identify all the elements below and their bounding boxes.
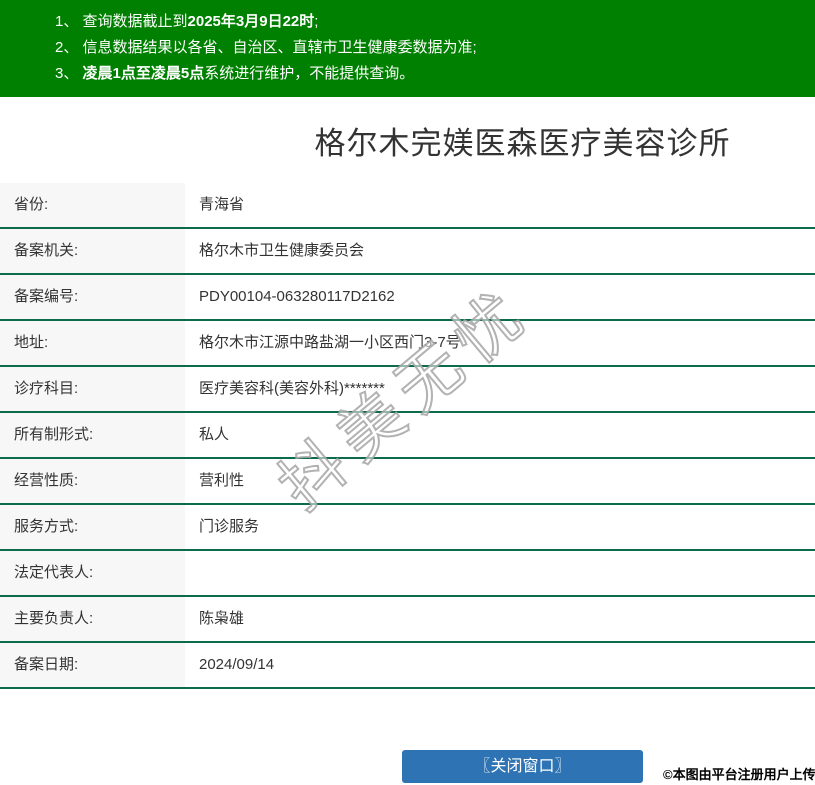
- table-row: 地址: 格尔木市江源中路盐湖一小区西门3-7号: [0, 321, 815, 367]
- table-row: 主要负责人: 陈枭雄: [0, 597, 815, 643]
- uploader-note: ©本图由平台注册用户上传: [663, 767, 815, 782]
- notice-3-post: 系统进行维护，不能提供查询。: [204, 65, 415, 82]
- notice-1-bold: 2025年3月9日22时: [187, 13, 315, 30]
- record-label: 备案机关:: [0, 229, 185, 273]
- record-label: 地址:: [0, 321, 185, 365]
- notice-bar: 1、 查询数据截止到2025年3月9日22时; 2、 信息数据结果以各省、自治区…: [0, 0, 815, 97]
- record-label: 备案日期:: [0, 643, 185, 687]
- record-label: 法定代表人:: [0, 551, 185, 595]
- notice-line-2: 2、 信息数据结果以各省、自治区、直辖市卫生健康委数据为准;: [55, 35, 805, 61]
- table-row: 备案日期: 2024/09/14: [0, 643, 815, 689]
- record-value: 私人: [199, 426, 230, 443]
- record-value: 格尔木市江源中路盐湖一小区西门3-7号: [199, 334, 461, 351]
- record-value: 门诊服务: [199, 518, 260, 535]
- record-label: 备案编号:: [0, 275, 185, 319]
- record-label: 诊疗科目:: [0, 367, 185, 411]
- table-row: 诊疗科目: 医疗美容科(美容外科)*******: [0, 367, 815, 413]
- record-label: 主要负责人:: [0, 597, 185, 641]
- notice-2-text: 2、 信息数据结果以各省、自治区、直辖市卫生健康委数据为准;: [55, 39, 477, 56]
- record-value: 陈枭雄: [199, 610, 245, 627]
- record-label: 省份:: [0, 183, 185, 227]
- record-value: 医疗美容科(美容外科)*******: [199, 380, 385, 397]
- record-label: 所有制形式:: [0, 413, 185, 457]
- notice-line-3: 3、 凌晨1点至凌晨5点系统进行维护，不能提供查询。: [55, 61, 805, 87]
- notice-1-post: ;: [314, 13, 319, 30]
- record-label: 服务方式:: [0, 505, 185, 549]
- table-row: 服务方式: 门诊服务: [0, 505, 815, 551]
- page-title: 格尔木完媄医森医疗美容诊所: [314, 126, 731, 161]
- record-value: 2024/09/14: [199, 656, 275, 673]
- table-row: 法定代表人:: [0, 551, 815, 597]
- table-row: 备案编号: PDY00104-063280117D2162: [0, 275, 815, 321]
- record-value: PDY00104-063280117D2162: [199, 288, 395, 305]
- close-window-button[interactable]: 〖关闭窗口〗: [402, 750, 643, 783]
- notice-1-text: 1、 查询数据截止到: [55, 13, 188, 30]
- notice-line-1: 1、 查询数据截止到2025年3月9日22时;: [55, 9, 805, 35]
- records-table: 省份: 青海省 备案机关: 格尔木市卫生健康委员会 备案编号: PDY00104…: [0, 183, 815, 689]
- notice-3-bold: 凌晨1点至凌晨5点: [82, 65, 205, 82]
- notice-3-text: 3、: [55, 65, 83, 82]
- record-value: 格尔木市卫生健康委员会: [199, 242, 365, 259]
- record-value: [185, 551, 815, 595]
- record-value: 营利性: [199, 472, 245, 489]
- record-label: 经营性质:: [0, 459, 185, 503]
- table-row: 经营性质: 营利性: [0, 459, 815, 505]
- table-row: 所有制形式: 私人: [0, 413, 815, 459]
- table-row: 省份: 青海省: [0, 183, 815, 229]
- record-value: 青海省: [199, 196, 245, 213]
- table-row: 备案机关: 格尔木市卫生健康委员会: [0, 229, 815, 275]
